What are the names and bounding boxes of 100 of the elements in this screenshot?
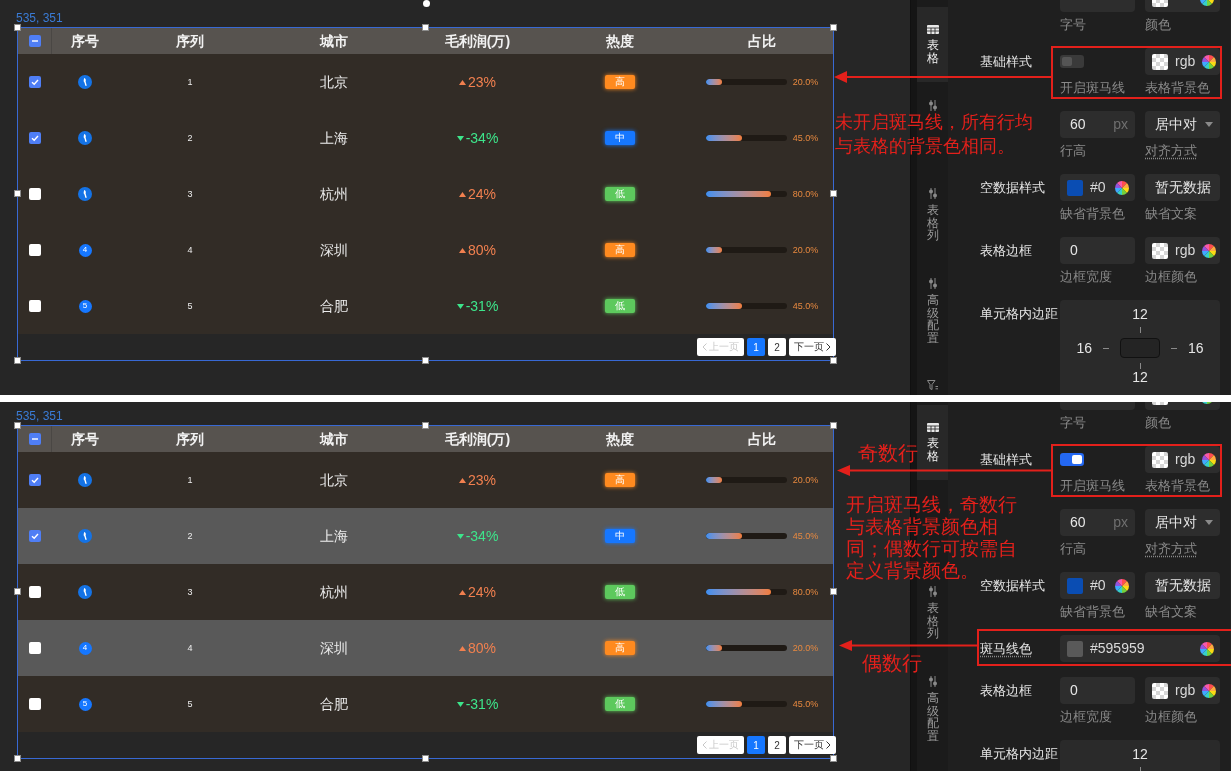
resize-handle[interactable]: [830, 755, 837, 762]
color-field[interactable]: rgb: [1145, 446, 1220, 473]
input-field[interactable]: 暂无数据: [1145, 174, 1220, 201]
share-value: 45.0%: [792, 531, 819, 541]
color-wheel-icon[interactable]: [1115, 578, 1129, 593]
color-field[interactable]: #0: [1060, 572, 1135, 599]
color-field[interactable]: #0: [1060, 174, 1135, 201]
row-checkbox[interactable]: [29, 132, 41, 144]
table-cell: 深圳: [320, 241, 348, 259]
side-tab[interactable]: 表格: [917, 405, 948, 481]
select-all-checkbox[interactable]: [28, 433, 41, 445]
table-icon[interactable]: [926, 423, 939, 432]
heat-tag: 低: [605, 187, 635, 201]
sliders-icon[interactable]: [927, 100, 938, 112]
profit-value: 23%: [468, 73, 496, 91]
filter-icon[interactable]: [927, 380, 938, 391]
color-wheel-icon[interactable]: [1202, 243, 1217, 258]
side-tab[interactable]: 表格列: [926, 188, 939, 242]
table-icon[interactable]: [926, 25, 939, 34]
setting-label: 基础样式: [980, 452, 1032, 467]
row-checkbox[interactable]: [29, 244, 41, 256]
row-checkbox[interactable]: [29, 586, 41, 598]
side-tab[interactable]: 表格列: [926, 586, 939, 640]
resize-handle[interactable]: [14, 588, 21, 595]
next-page-button[interactable]: 下一页: [789, 338, 836, 356]
resize-handle[interactable]: [830, 357, 837, 364]
sliders-icon[interactable]: [927, 277, 938, 289]
page-button[interactable]: 1: [747, 736, 765, 754]
input-field[interactable]: 60 px: [1060, 509, 1135, 536]
padding-value[interactable]: 16: [1188, 340, 1204, 356]
select-all-checkbox[interactable]: [28, 35, 41, 47]
resize-handle[interactable]: [422, 24, 429, 31]
select-field[interactable]: 居中对: [1145, 509, 1220, 536]
page-button[interactable]: 2: [768, 736, 786, 754]
side-tab[interactable]: 高级配置: [926, 277, 939, 345]
color-wheel-icon[interactable]: [1202, 452, 1217, 467]
resize-handle[interactable]: [830, 422, 837, 429]
resize-handle[interactable]: [830, 190, 837, 197]
select-field[interactable]: 居中对: [1145, 111, 1220, 138]
color-field[interactable]: rgb: [1145, 48, 1220, 75]
profit-value: -34%: [465, 129, 499, 147]
toggle-switch[interactable]: [1060, 55, 1084, 68]
heat-tag: 中: [605, 529, 635, 543]
color-wheel-icon[interactable]: [1200, 641, 1214, 656]
resize-handle[interactable]: [14, 190, 21, 197]
input-field[interactable]: 暂无数据: [1145, 572, 1220, 599]
resize-handle[interactable]: [830, 24, 837, 31]
field-caption: 边框宽度: [1060, 709, 1112, 725]
resize-handle[interactable]: [14, 755, 21, 762]
rotate-handle[interactable]: [423, 0, 430, 7]
annotation-note: 未开启斑马线，所有行均与表格的背景色相同。: [835, 111, 1034, 158]
input-field[interactable]: 0: [1060, 677, 1135, 704]
input-field[interactable]: 60 px: [1060, 111, 1135, 138]
chevron-left-icon: [702, 741, 707, 749]
padding-value[interactable]: 16: [1076, 340, 1092, 356]
checkerboard-swatch-icon: [1152, 53, 1168, 70]
resize-handle[interactable]: [14, 24, 21, 31]
column-header: 毛利润(万): [444, 430, 511, 448]
share-value: 45.0%: [792, 301, 819, 311]
share-value: 20.0%: [792, 643, 819, 653]
next-page-button[interactable]: 下一页: [789, 736, 836, 754]
side-tab[interactable]: 表格: [917, 7, 948, 83]
row-checkbox[interactable]: [29, 300, 41, 312]
field-caption: 对齐方式: [1145, 541, 1197, 557]
page-button[interactable]: 1: [747, 338, 765, 356]
setting-label: 单元格内边距: [980, 306, 1058, 321]
sliders-icon[interactable]: [927, 675, 938, 687]
resize-handle[interactable]: [830, 588, 837, 595]
row-checkbox[interactable]: [29, 76, 41, 88]
page-button[interactable]: 2: [768, 338, 786, 356]
resize-handle[interactable]: [422, 422, 429, 429]
resize-handle[interactable]: [14, 422, 21, 429]
field-caption: 表格背景色: [1145, 478, 1210, 494]
field-caption: 边框颜色: [1145, 269, 1197, 285]
row-checkbox[interactable]: [29, 530, 41, 542]
sliders-icon[interactable]: [927, 188, 938, 200]
color-wheel-icon[interactable]: [1202, 683, 1217, 698]
row-checkbox[interactable]: [29, 188, 41, 200]
caret-down-icon: [1205, 520, 1213, 525]
toggle-switch[interactable]: [1060, 453, 1084, 466]
resize-handle[interactable]: [422, 357, 429, 364]
color-field[interactable]: rgb: [1145, 237, 1220, 264]
input-field[interactable]: 0: [1060, 237, 1135, 264]
resize-handle[interactable]: [422, 755, 429, 762]
padding-value[interactable]: 12: [1132, 746, 1148, 762]
color-field[interactable]: rgb: [1145, 677, 1220, 704]
row-checkbox[interactable]: [29, 474, 41, 486]
color-wheel-icon[interactable]: [1115, 180, 1129, 195]
table-cell: 杭州: [320, 583, 348, 601]
padding-value[interactable]: 12: [1132, 306, 1148, 322]
column-header: 序号: [71, 430, 99, 448]
row-checkbox[interactable]: [29, 698, 41, 710]
color-wheel-icon[interactable]: [1202, 54, 1217, 69]
color-field[interactable]: #595959: [1060, 635, 1220, 662]
sliders-icon[interactable]: [927, 586, 938, 598]
padding-value[interactable]: 12: [1132, 369, 1148, 385]
checkerboard-swatch-icon: [1152, 682, 1168, 699]
side-tab[interactable]: 高级配置: [926, 675, 939, 743]
row-checkbox[interactable]: [29, 642, 41, 654]
resize-handle[interactable]: [14, 357, 21, 364]
